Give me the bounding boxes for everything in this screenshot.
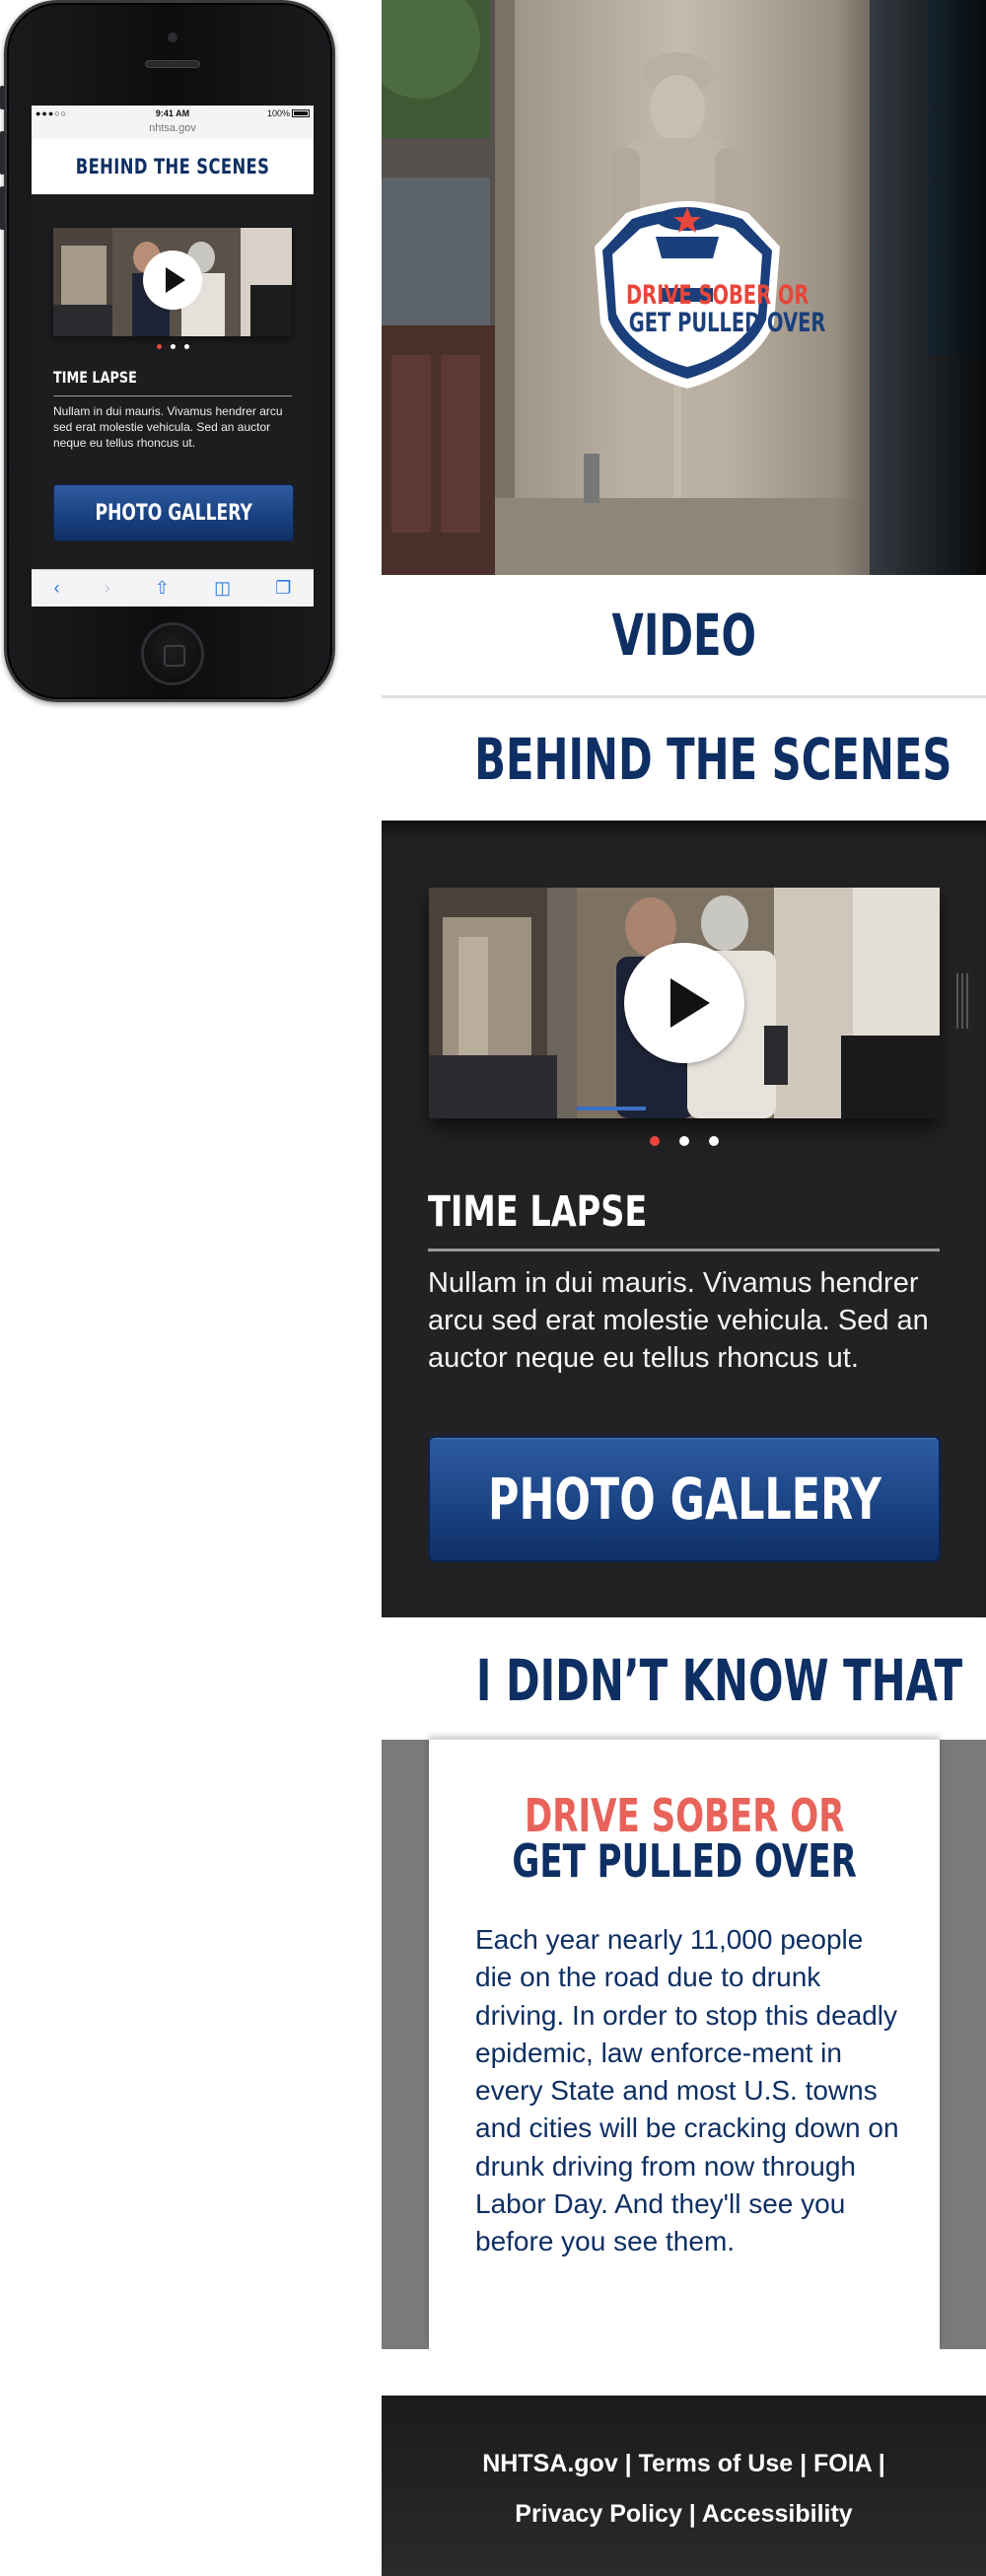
- footer-link-accessibility[interactable]: Accessibility: [702, 2500, 853, 2528]
- share-icon[interactable]: ⇧: [155, 578, 170, 599]
- behind-the-scenes-title: BEHIND THE SCENES: [474, 726, 952, 793]
- footer-link-privacy[interactable]: Privacy Policy: [515, 2500, 682, 2528]
- volume-down-button: [0, 186, 5, 230]
- mobile-photo-gallery-button[interactable]: PHOTO GALLERY: [53, 484, 294, 541]
- carousel-dot[interactable]: [708, 1136, 719, 1146]
- carousel-dot[interactable]: [156, 344, 162, 349]
- video-section-title: VIDEO: [611, 602, 756, 669]
- mobile-slide-title: TIME LAPSE: [53, 368, 137, 387]
- page: ●●●○○ 9:41 AM 100% nhtsa.gov BEHIND THE …: [0, 0, 986, 2576]
- slide-divider: [428, 1249, 940, 1252]
- bookmarks-icon[interactable]: ◫: [214, 578, 231, 599]
- battery-icon: [292, 109, 310, 117]
- carousel-dot[interactable]: [170, 344, 176, 349]
- url-bar[interactable]: nhtsa.gov: [32, 122, 314, 134]
- handle-line: [956, 973, 958, 1029]
- footer-separator: |: [871, 2450, 885, 2477]
- carousel-dot-active[interactable]: [649, 1136, 660, 1146]
- back-icon[interactable]: ‹: [54, 578, 60, 599]
- card-heading: GET PULLED OVER: [512, 1834, 857, 1888]
- footer-links-row2: Privacy Policy | Accessibility: [382, 2500, 986, 2529]
- mobile-play-icon[interactable]: [143, 250, 202, 310]
- slide-title: TIME LAPSE: [428, 1187, 648, 1237]
- carousel-dot[interactable]: [183, 344, 189, 349]
- mobile-section-title: BEHIND THE SCENES: [75, 155, 270, 179]
- handle-line: [966, 973, 968, 1029]
- footer-separator: |: [617, 2450, 639, 2477]
- card-body: Each year nearly 11,000 people die on th…: [475, 1924, 899, 2257]
- carousel-drag-handle[interactable]: [956, 973, 970, 1029]
- logo-line1: DRIVE SOBER OR: [626, 280, 810, 311]
- footer-link-terms[interactable]: Terms of Use: [639, 2450, 794, 2477]
- mobile-divider: [53, 395, 292, 396]
- photo-gallery-button[interactable]: PHOTO GALLERY: [428, 1436, 941, 1562]
- footer-link-foia[interactable]: FOIA: [813, 2450, 872, 2477]
- front-camera: [168, 33, 177, 42]
- battery-percent: 100%: [266, 108, 290, 118]
- battery-status: 100%: [267, 108, 310, 118]
- carousel-dot[interactable]: [678, 1136, 689, 1146]
- phone-screen: ●●●○○ 9:41 AM 100% nhtsa.gov BEHIND THE …: [32, 106, 314, 607]
- video-thumbnail[interactable]: [429, 888, 940, 1118]
- section-divider: [382, 695, 986, 698]
- slide-description: Nullam in dui mauris. Vivamus hendrer ar…: [428, 1267, 929, 1374]
- didnt-know-that-title: I DIDN’T KNOW THAT: [475, 1647, 963, 1714]
- forward-icon[interactable]: ›: [105, 578, 110, 599]
- footer: NHTSA.gov | Terms of Use | FOIA | Privac…: [382, 2396, 986, 2576]
- carousel-dots: [382, 1136, 986, 1146]
- photo-gallery-label: PHOTO GALLERY: [487, 1466, 881, 1533]
- footer-link-nhtsa[interactable]: NHTSA.gov: [482, 2450, 618, 2477]
- drive-sober-logo: DRIVE SOBER OR GET PULLED OVER: [591, 197, 826, 391]
- logo-line2: GET PULLED OVER: [628, 308, 826, 338]
- mobile-video-thumbnail[interactable]: [53, 228, 292, 336]
- status-bar: ●●●○○ 9:41 AM 100% nhtsa.gov: [32, 106, 314, 139]
- footer-separator: |: [681, 2500, 702, 2528]
- volume-up-button: [0, 131, 5, 175]
- earpiece-speaker: [145, 60, 200, 68]
- browser-toolbar: ‹ › ⇧ ◫ ❐: [32, 569, 314, 607]
- play-icon[interactable]: [624, 943, 744, 1063]
- handle-line: [961, 973, 963, 1029]
- home-button[interactable]: [141, 622, 204, 685]
- fact-section: DRIVE SOBER OR GET PULLED OVER Each year…: [382, 1740, 986, 2349]
- tabs-icon[interactable]: ❐: [275, 578, 291, 599]
- mobile-slide-body: Nullam in dui mauris. Vivamus hendrer ar…: [53, 404, 283, 450]
- fact-card: DRIVE SOBER OR GET PULLED OVER Each year…: [429, 1740, 940, 2349]
- mobile-photo-gallery-label: PHOTO GALLERY: [95, 500, 252, 526]
- mobile-section-header: BEHIND THE SCENES: [32, 139, 314, 194]
- phone-mockup: ●●●○○ 9:41 AM 100% nhtsa.gov BEHIND THE …: [0, 0, 335, 702]
- hero-image: DRIVE SOBER OR GET PULLED OVER: [382, 0, 986, 575]
- behind-the-scenes-carousel: TIME LAPSE Nullam in dui mauris. Vivamus…: [382, 821, 986, 1617]
- mobile-carousel-dots: [32, 344, 314, 349]
- footer-separator: |: [793, 2450, 814, 2477]
- mute-switch: [0, 86, 5, 109]
- footer-links-row1: NHTSA.gov | Terms of Use | FOIA |: [382, 2450, 986, 2478]
- mobile-page-column: DRIVE SOBER OR GET PULLED OVER VIDEO BEH…: [382, 0, 986, 2576]
